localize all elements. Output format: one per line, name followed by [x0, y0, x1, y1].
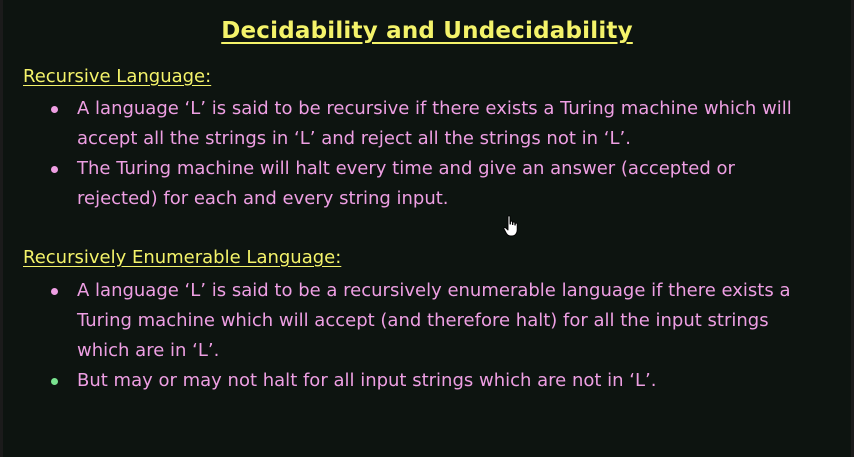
bullet-text: But may or may not halt for all input st…	[77, 370, 657, 391]
bullet-list-recursively-enumerable: A language ‘L’ is said to be a recursive…	[47, 276, 817, 396]
slide: Decidability and Undecidability Recursiv…	[0, 0, 854, 457]
list-item: The Turing machine will halt every time …	[47, 154, 817, 214]
bullet-list-recursive: A language ‘L’ is said to be recursive i…	[47, 94, 817, 214]
bullet-dot-icon	[51, 288, 58, 295]
bullet-text: A language ‘L’ is said to be a recursive…	[77, 280, 791, 361]
bullet-dot-icon	[51, 378, 58, 385]
bullet-text: The Turing machine will halt every time …	[77, 158, 735, 209]
section-heading-recursively-enumerable: Recursively Enumerable Language:	[23, 247, 342, 268]
slide-title: Decidability and Undecidability	[221, 18, 633, 44]
hand-pointer-icon	[503, 215, 518, 237]
bullet-dot-icon	[51, 166, 58, 173]
bullet-text: A language ‘L’ is said to be recursive i…	[77, 98, 792, 149]
list-item: A language ‘L’ is said to be recursive i…	[47, 94, 817, 154]
list-item: But may or may not halt for all input st…	[47, 366, 817, 396]
list-item: A language ‘L’ is said to be a recursive…	[47, 276, 817, 366]
section-heading-recursive: Recursive Language:	[23, 66, 212, 87]
bullet-dot-icon	[51, 106, 58, 113]
